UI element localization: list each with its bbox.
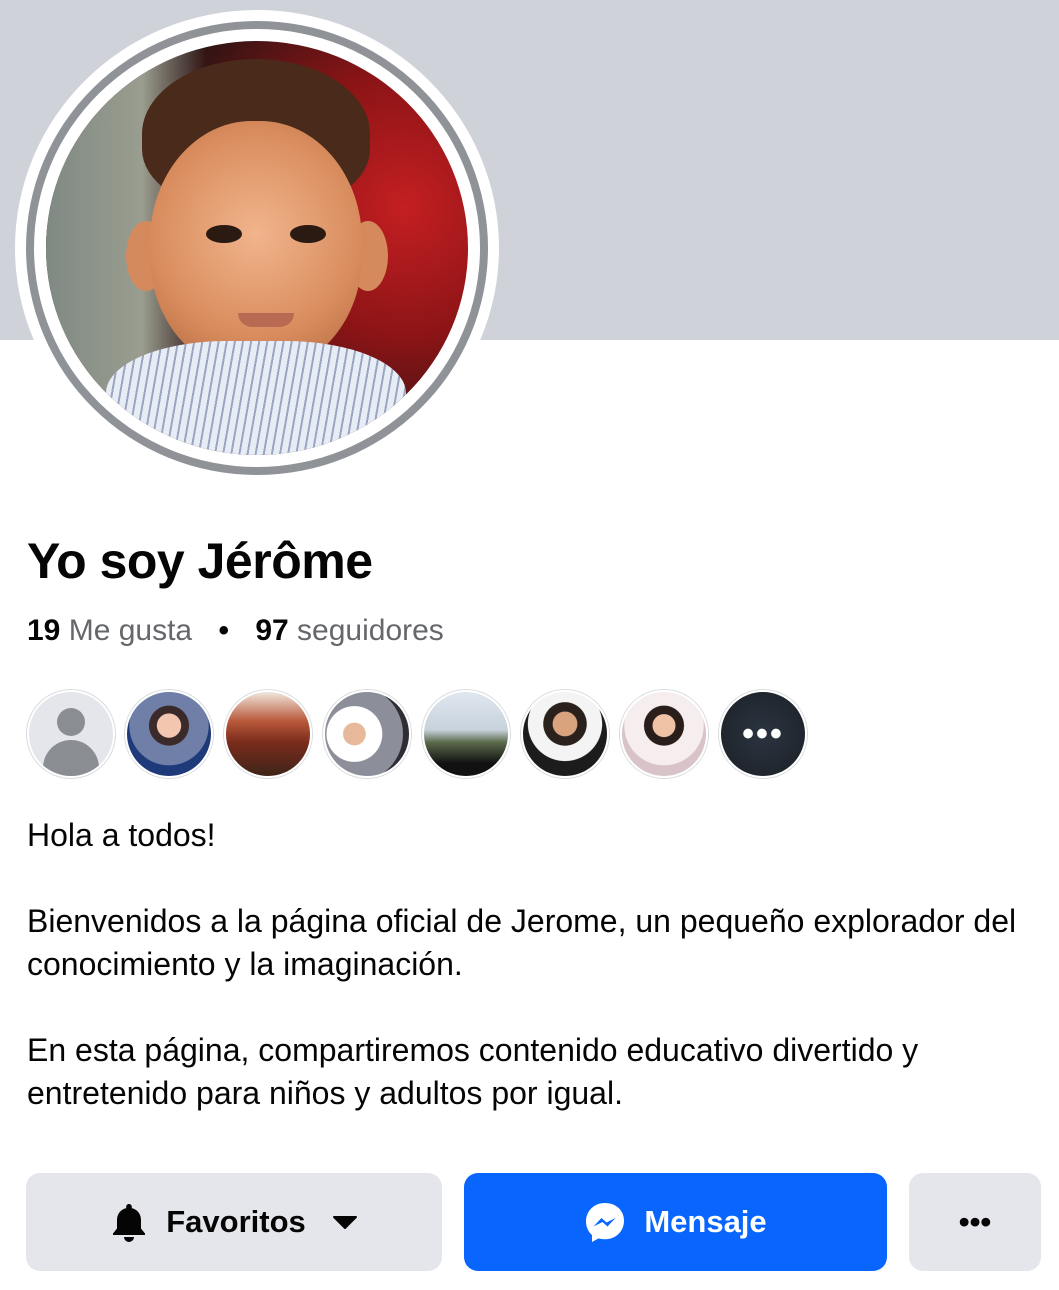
bio-welcome: Bienvenidos a la página oficial de Jerom… (27, 903, 1017, 982)
caret-down-icon (332, 1214, 358, 1230)
more-followers-button[interactable]: ••• (719, 690, 807, 778)
mouth (238, 313, 294, 327)
follower-avatar[interactable] (521, 690, 609, 778)
followers-label[interactable]: seguidores (297, 614, 444, 647)
likes-count[interactable]: 19 (27, 614, 60, 647)
follower-avatar[interactable] (125, 690, 213, 778)
favorites-label: Favoritos (166, 1204, 306, 1239)
bio-description: En esta página, compartiremos contenido … (27, 1032, 919, 1111)
bio-greeting: Hola a todos! (27, 817, 216, 853)
profile-page: Yo soy Jérôme 19 Me gusta • 97 seguidore… (0, 0, 1059, 1290)
more-options-button[interactable]: ••• (909, 1173, 1041, 1271)
follower-avatar[interactable] (422, 690, 510, 778)
default-avatar-body (43, 740, 99, 776)
bell-icon (110, 1202, 148, 1242)
eye-left (206, 225, 242, 243)
message-button[interactable]: Mensaje (464, 1173, 887, 1271)
follower-avatar[interactable] (620, 690, 708, 778)
face (150, 121, 362, 371)
page-stats: 19 Me gusta • 97 seguidores (27, 614, 444, 648)
default-avatar-head (57, 708, 85, 736)
shirt (106, 341, 406, 455)
stats-separator: • (218, 614, 229, 647)
follower-avatar[interactable] (323, 690, 411, 778)
favorites-button[interactable]: Favoritos (26, 1173, 442, 1271)
follower-avatar[interactable] (27, 690, 115, 778)
follower-avatar[interactable] (224, 690, 312, 778)
page-title: Yo soy Jérôme (27, 533, 373, 589)
page-bio: Hola a todos! Bienvenidos a la página of… (27, 814, 1037, 1115)
messenger-icon (584, 1201, 626, 1243)
likes-label[interactable]: Me gusta (69, 614, 192, 647)
profile-picture[interactable] (46, 41, 468, 455)
followers-count[interactable]: 97 (255, 614, 288, 647)
eye-right (290, 225, 326, 243)
message-label: Mensaje (644, 1204, 767, 1239)
